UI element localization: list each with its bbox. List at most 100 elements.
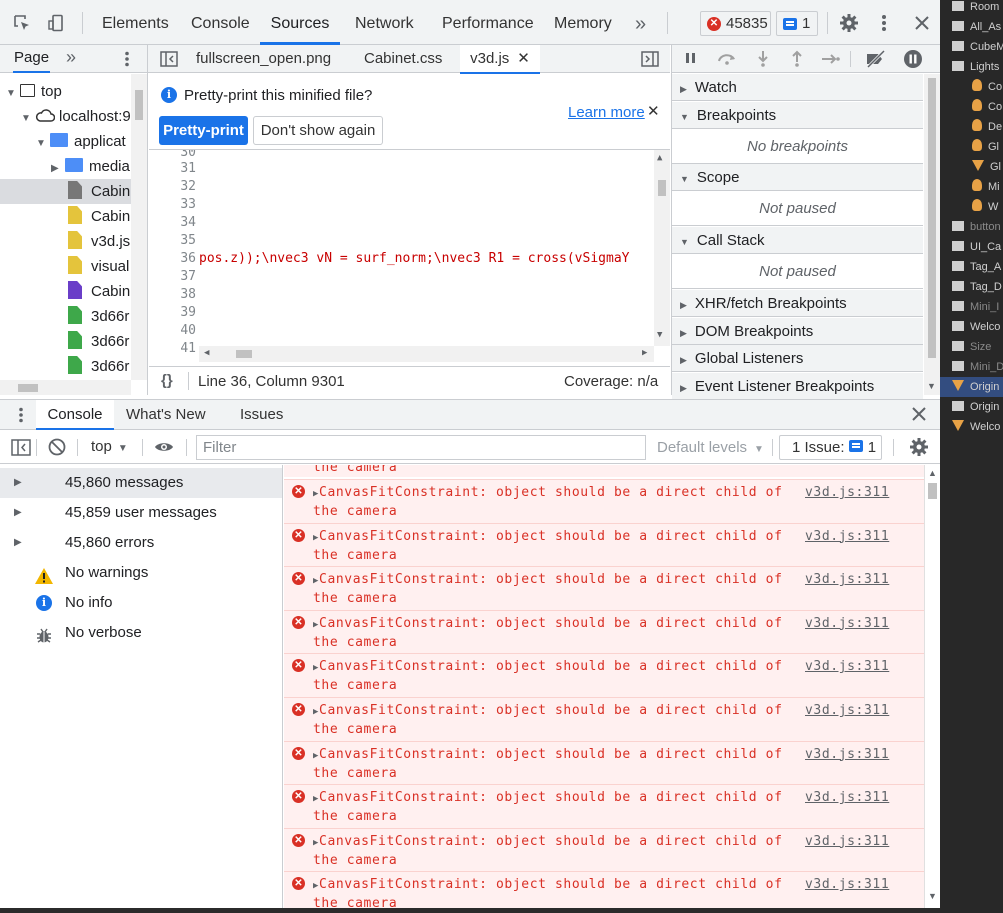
source-link[interactable]: v3d.js:311 bbox=[805, 876, 889, 894]
source-link[interactable]: v3d.js:311 bbox=[805, 833, 889, 851]
section-xhr-breakpoints[interactable]: ▶ XHR/fetch Breakpoints bbox=[672, 290, 923, 317]
tab-performance[interactable]: Performance bbox=[442, 0, 534, 45]
coverage-status[interactable]: Coverage: n/a bbox=[564, 373, 658, 390]
close-drawer-icon[interactable] bbox=[912, 407, 926, 424]
log-levels-dropdown[interactable]: Default levels ▼ bbox=[657, 439, 764, 456]
tree-item-file[interactable]: 3d66r bbox=[68, 354, 131, 379]
drawer-menu-icon[interactable] bbox=[18, 407, 24, 426]
console-settings-gear-icon[interactable] bbox=[909, 437, 929, 460]
section-scope[interactable]: ▼ Scope bbox=[672, 164, 923, 191]
close-infobar-icon[interactable]: ✕ bbox=[647, 102, 660, 120]
scrollbar-thumb[interactable] bbox=[135, 90, 143, 120]
tree-item-file[interactable]: 3d66r bbox=[68, 304, 131, 329]
navigator-horizontal-scrollbar[interactable] bbox=[0, 380, 131, 395]
tree-item-file[interactable]: Cabin bbox=[68, 204, 131, 229]
context-selector[interactable]: top ▼ bbox=[91, 438, 128, 455]
scroll-up-arrow-icon[interactable]: ▲ bbox=[657, 153, 662, 163]
scrollbar-thumb[interactable] bbox=[236, 350, 252, 358]
outliner-item[interactable]: All_As bbox=[940, 17, 1003, 37]
source-link[interactable]: v3d.js:311 bbox=[805, 571, 889, 589]
outliner-item[interactable]: UI_Ca bbox=[940, 237, 1003, 257]
console-error-message[interactable]: ✕ ▶CanvasFitConstraint: object should be … bbox=[284, 784, 924, 829]
editor-vertical-scrollbar[interactable]: ▲ ▼ bbox=[654, 150, 670, 346]
console-error-message[interactable]: ✕ ▶CanvasFitConstraint: object should be … bbox=[284, 827, 924, 872]
more-options-icon[interactable] bbox=[873, 12, 895, 34]
scroll-down-arrow-icon[interactable]: ▼ bbox=[927, 381, 936, 391]
step-out-icon[interactable] bbox=[791, 50, 803, 71]
scrollbar-thumb[interactable] bbox=[928, 483, 937, 499]
outliner-item[interactable]: Co bbox=[940, 77, 1003, 97]
pause-on-exceptions-icon[interactable] bbox=[903, 49, 923, 72]
drawer-tab-console[interactable]: Console bbox=[36, 400, 114, 430]
editor-tab-cabinet-css[interactable]: Cabinet.css bbox=[364, 45, 442, 73]
sidebar-item-errors[interactable]: ▶ 45,860 errors bbox=[0, 528, 282, 558]
toggle-navigator-icon[interactable] bbox=[160, 51, 178, 70]
console-error-message[interactable]: ✕ ▶CanvasFitConstraint: object should be … bbox=[284, 653, 924, 698]
console-error-message[interactable]: ✕ ▶CanvasFitConstraint: object should be … bbox=[284, 479, 924, 523]
inspect-element-icon[interactable] bbox=[11, 12, 33, 34]
scrollbar-thumb[interactable] bbox=[18, 384, 38, 392]
tab-memory[interactable]: Memory bbox=[554, 0, 612, 45]
learn-more-link[interactable]: Learn more bbox=[568, 104, 645, 121]
error-count-badge[interactable]: ✕ 45835 bbox=[700, 11, 771, 36]
clear-console-icon[interactable] bbox=[48, 438, 66, 459]
sidebar-item-verbose[interactable]: No verbose bbox=[0, 618, 282, 648]
outliner-item[interactable]: Co bbox=[940, 97, 1003, 117]
sidebar-item-warnings[interactable]: No warnings bbox=[0, 558, 282, 588]
tree-item-file[interactable]: Cabin bbox=[68, 279, 131, 304]
section-call-stack[interactable]: ▼ Call Stack bbox=[672, 227, 923, 254]
tab-network[interactable]: Network bbox=[355, 0, 414, 45]
outliner-item[interactable]: Tag_A bbox=[940, 257, 1003, 277]
outliner-item[interactable]: Gl bbox=[940, 157, 1003, 177]
outliner-item[interactable]: Origin bbox=[940, 377, 1003, 397]
outliner-item[interactable]: CubeM bbox=[940, 37, 1003, 57]
outliner-item[interactable]: Mini_D bbox=[940, 357, 1003, 377]
toggle-sidebar-icon[interactable] bbox=[11, 439, 31, 459]
outliner-item[interactable]: Welco bbox=[940, 317, 1003, 337]
outliner-item[interactable]: Size bbox=[940, 337, 1003, 357]
outliner-item[interactable]: Lights bbox=[940, 57, 1003, 77]
section-watch[interactable]: ▶ Watch bbox=[672, 74, 923, 101]
console-messages[interactable]: the camera ✕ ▶CanvasFitConstraint: object… bbox=[284, 465, 924, 908]
close-tab-icon[interactable]: ✕ bbox=[517, 50, 530, 67]
outliner-item[interactable]: De bbox=[940, 117, 1003, 137]
outliner-item[interactable]: button bbox=[940, 217, 1003, 237]
outliner-item[interactable]: W bbox=[940, 197, 1003, 217]
scroll-down-arrow-icon[interactable]: ▼ bbox=[657, 330, 662, 340]
live-expression-eye-icon[interactable] bbox=[154, 440, 174, 457]
outliner-item[interactable]: Mini_I bbox=[940, 297, 1003, 317]
pretty-print-button[interactable]: Pretty-print bbox=[159, 116, 248, 145]
tree-item-file[interactable]: v3d.js bbox=[68, 229, 131, 254]
source-link[interactable]: v3d.js:311 bbox=[805, 528, 889, 546]
debugger-scrollbar[interactable]: ▼ bbox=[924, 74, 940, 395]
tree-item-media-folder[interactable]: ▶ media bbox=[51, 154, 131, 179]
source-link[interactable]: v3d.js:311 bbox=[805, 702, 889, 720]
message-count-badge[interactable]: 1 bbox=[776, 11, 818, 36]
format-braces-icon[interactable]: {} bbox=[161, 372, 173, 389]
tree-item-file-selected[interactable]: Cabin bbox=[0, 179, 131, 204]
section-global-listeners[interactable]: ▶ Global Listeners bbox=[672, 345, 923, 372]
tab-sources[interactable]: Sources bbox=[260, 0, 340, 45]
tab-page[interactable]: Page bbox=[13, 49, 51, 73]
tab-console[interactable]: Console bbox=[191, 0, 250, 45]
step-into-icon[interactable] bbox=[757, 50, 769, 71]
pause-icon[interactable] bbox=[685, 51, 697, 68]
scroll-up-arrow-icon[interactable]: ▲ bbox=[928, 468, 937, 478]
sidebar-item-info[interactable]: i No info bbox=[0, 588, 282, 618]
step-over-icon[interactable] bbox=[717, 51, 737, 68]
settings-gear-icon[interactable] bbox=[838, 12, 860, 34]
tab-elements[interactable]: Elements bbox=[102, 0, 169, 45]
more-tabs-button[interactable]: » bbox=[635, 0, 646, 45]
code-editor[interactable]: 30 31 32 33 34 35 36 37 38 39 40 41 pos.… bbox=[149, 150, 670, 362]
console-error-message[interactable]: ✕ ▶CanvasFitConstraint: object should be … bbox=[284, 740, 924, 785]
device-toolbar-icon[interactable] bbox=[45, 12, 67, 34]
navigator-vertical-scrollbar[interactable] bbox=[131, 74, 147, 380]
scrollbar-thumb[interactable] bbox=[928, 78, 936, 358]
console-error-message[interactable]: ✕ ▶CanvasFitConstraint: object should be … bbox=[284, 522, 924, 567]
console-error-message[interactable]: ✕ ▶CanvasFitConstraint: object should be … bbox=[284, 609, 924, 654]
console-error-message[interactable]: ✕ ▶CanvasFitConstraint: object should be … bbox=[284, 871, 924, 908]
tree-item-application-folder[interactable]: ▼ applicat bbox=[36, 129, 131, 154]
sidebar-item-user-messages[interactable]: ▶ 45,859 user messages bbox=[0, 498, 282, 528]
scrollbar-thumb[interactable] bbox=[658, 180, 666, 196]
console-error-message[interactable]: ✕ ▶CanvasFitConstraint: object should be … bbox=[284, 697, 924, 741]
